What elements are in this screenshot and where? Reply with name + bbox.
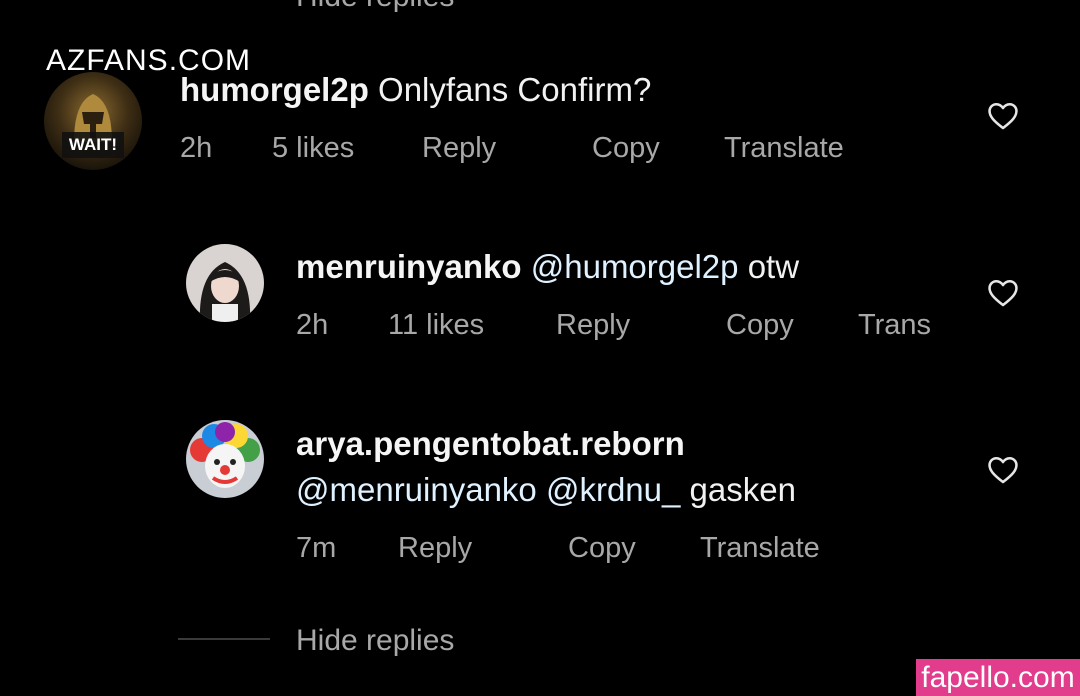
- comment-translate-button[interactable]: Translate: [724, 132, 844, 165]
- reply-2-actions: 7m Reply Copy Translate: [0, 532, 900, 568]
- watermark-azfans: AZFANS.COM: [46, 44, 252, 77]
- hide-replies-partial[interactable]: Hide replies: [296, 0, 454, 14]
- reply-2-mention-2[interactable]: @krdnu_: [546, 471, 680, 508]
- reply-1-time: 2h: [296, 309, 329, 341]
- reply-1-mention[interactable]: @humorgel2p: [531, 248, 739, 285]
- replies-divider: [178, 638, 270, 640]
- like-heart-icon[interactable]: [986, 276, 1020, 310]
- avatar-arya-pengentobat-reborn[interactable]: [186, 420, 264, 498]
- reply-1-actions: 2h 11 likes Reply Copy Trans: [0, 309, 1000, 345]
- reply-1-translate-button[interactable]: Trans: [858, 309, 931, 342]
- reply-2-username[interactable]: arya.pengentobat.reborn: [296, 425, 685, 462]
- reply-1-reply-button[interactable]: Reply: [556, 309, 630, 342]
- reply-2-username-line: arya.pengentobat.reborn: [296, 424, 685, 464]
- comment-text: Onlyfans Confirm?: [378, 71, 652, 108]
- reply-2-time: 7m: [296, 532, 337, 564]
- reply-1-likes[interactable]: 11 likes: [388, 309, 484, 342]
- comment-actions: 2h 5 likes Reply Copy Translate: [0, 132, 900, 168]
- comment-copy-button[interactable]: Copy: [592, 132, 660, 165]
- reply-1-body: menruinyanko @humorgel2p otw: [296, 247, 799, 287]
- reply-2-translate-button[interactable]: Translate: [700, 532, 820, 565]
- reply-1-text: otw: [747, 248, 800, 285]
- hide-replies-button[interactable]: Hide replies: [296, 624, 454, 658]
- like-heart-icon[interactable]: [986, 99, 1020, 133]
- reply-1-username[interactable]: menruinyanko: [296, 248, 522, 285]
- like-heart-icon[interactable]: [986, 453, 1020, 487]
- reply-2-reply-button[interactable]: Reply: [398, 532, 472, 565]
- reply-2-copy-button[interactable]: Copy: [568, 532, 636, 565]
- comment-reply-button[interactable]: Reply: [422, 132, 496, 165]
- reply-2-body: @menruinyanko @krdnu_ gasken: [296, 470, 796, 510]
- reply-1-copy-button[interactable]: Copy: [726, 309, 794, 342]
- reply-2-text: gasken: [689, 471, 796, 508]
- reply-2-mention-1[interactable]: @menruinyanko: [296, 471, 537, 508]
- comment-time: 2h: [180, 132, 213, 164]
- watermark-fapello: fapello.com: [916, 659, 1080, 696]
- comment-likes[interactable]: 5 likes: [272, 132, 354, 165]
